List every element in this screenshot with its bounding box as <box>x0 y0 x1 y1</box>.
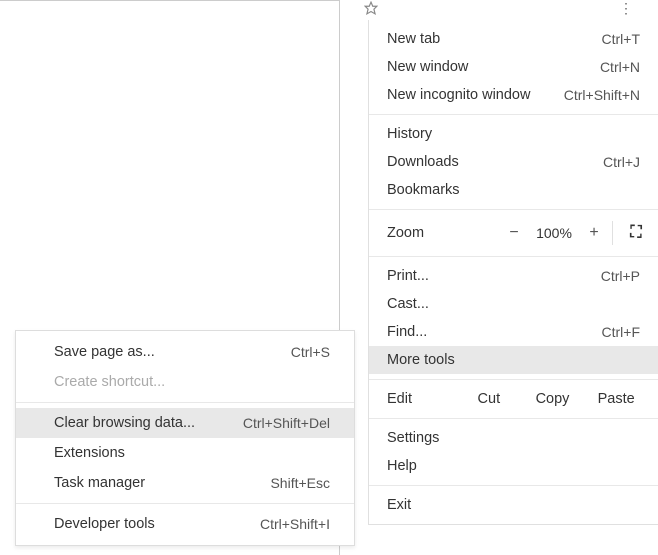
fullscreen-icon: ⛶ <box>630 224 640 242</box>
menu-new-tab[interactable]: New tab Ctrl+T <box>369 25 658 53</box>
menu-label: Print... <box>387 268 429 284</box>
menu-label: History <box>387 126 432 142</box>
zoom-out-button[interactable]: − <box>496 224 532 242</box>
submenu-extensions[interactable]: Extensions <box>16 438 354 468</box>
star-icon[interactable] <box>364 1 378 15</box>
submenu-label: Create shortcut... <box>54 374 165 390</box>
menu-zoom: Zoom − 100% + ⛶ <box>369 215 658 251</box>
divider <box>16 503 354 504</box>
menu-bookmarks[interactable]: Bookmarks <box>369 176 658 204</box>
menu-more-tools[interactable]: More tools <box>369 346 658 374</box>
zoom-in-button[interactable]: + <box>576 224 612 242</box>
menu-label: More tools <box>387 352 455 368</box>
submenu-label: Clear browsing data... <box>54 415 195 431</box>
menu-label: Cast... <box>387 296 429 312</box>
submenu-developer-tools[interactable]: Developer tools Ctrl+Shift+I <box>16 509 354 539</box>
submenu-label: Save page as... <box>54 344 155 360</box>
kebab-menu-icon[interactable]: ⋮ <box>619 0 634 17</box>
menu-downloads[interactable]: Downloads Ctrl+J <box>369 148 658 176</box>
menu-new-window[interactable]: New window Ctrl+N <box>369 53 658 81</box>
menu-cast[interactable]: Cast... <box>369 290 658 318</box>
edit-label: Edit <box>387 391 457 407</box>
submenu-label: Extensions <box>54 445 125 461</box>
shortcut-text: Ctrl+S <box>291 344 330 360</box>
menu-label: New incognito window <box>387 87 530 103</box>
shortcut-text: Ctrl+N <box>600 59 640 75</box>
menu-history[interactable]: History <box>369 120 658 148</box>
shortcut-text: Ctrl+Shift+Del <box>243 415 330 431</box>
submenu-label: Developer tools <box>54 516 155 532</box>
submenu-label: Task manager <box>54 475 145 491</box>
more-tools-submenu: Save page as... Ctrl+S Create shortcut..… <box>15 330 355 546</box>
shortcut-text: Ctrl+Shift+I <box>260 516 330 532</box>
menu-label: New window <box>387 59 468 75</box>
submenu-save-page[interactable]: Save page as... Ctrl+S <box>16 337 354 367</box>
menu-edit: Edit Cut Copy Paste <box>369 385 658 413</box>
menu-label: New tab <box>387 31 440 47</box>
zoom-percent: 100% <box>532 225 576 241</box>
shortcut-text: Ctrl+F <box>602 324 641 340</box>
submenu-task-manager[interactable]: Task manager Shift+Esc <box>16 468 354 498</box>
menu-label: Exit <box>387 497 411 513</box>
submenu-clear-browsing-data[interactable]: Clear browsing data... Ctrl+Shift+Del <box>16 408 354 438</box>
menu-new-incognito[interactable]: New incognito window Ctrl+Shift+N <box>369 81 658 109</box>
fullscreen-button[interactable]: ⛶ <box>612 221 658 245</box>
zoom-label: Zoom <box>387 225 496 241</box>
shortcut-text: Ctrl+P <box>601 268 640 284</box>
menu-exit[interactable]: Exit <box>369 491 658 519</box>
menu-find[interactable]: Find... Ctrl+F <box>369 318 658 346</box>
submenu-create-shortcut: Create shortcut... <box>16 367 354 397</box>
edit-paste[interactable]: Paste <box>584 391 648 407</box>
divider <box>16 402 354 403</box>
toolbar-icons <box>364 0 378 16</box>
menu-help[interactable]: Help <box>369 452 658 480</box>
menu-label: Find... <box>387 324 427 340</box>
menu-label: Help <box>387 458 417 474</box>
menu-print[interactable]: Print... Ctrl+P <box>369 262 658 290</box>
shortcut-text: Shift+Esc <box>270 475 330 491</box>
shortcut-text: Ctrl+J <box>603 154 640 170</box>
menu-label: Settings <box>387 430 439 446</box>
edit-cut[interactable]: Cut <box>457 391 521 407</box>
menu-settings[interactable]: Settings <box>369 424 658 452</box>
shortcut-text: Ctrl+Shift+N <box>564 87 640 103</box>
main-menu: New tab Ctrl+T New window Ctrl+N New inc… <box>368 20 658 525</box>
shortcut-text: Ctrl+T <box>602 31 641 47</box>
menu-label: Bookmarks <box>387 182 460 198</box>
edit-copy[interactable]: Copy <box>521 391 585 407</box>
menu-label: Downloads <box>387 154 459 170</box>
